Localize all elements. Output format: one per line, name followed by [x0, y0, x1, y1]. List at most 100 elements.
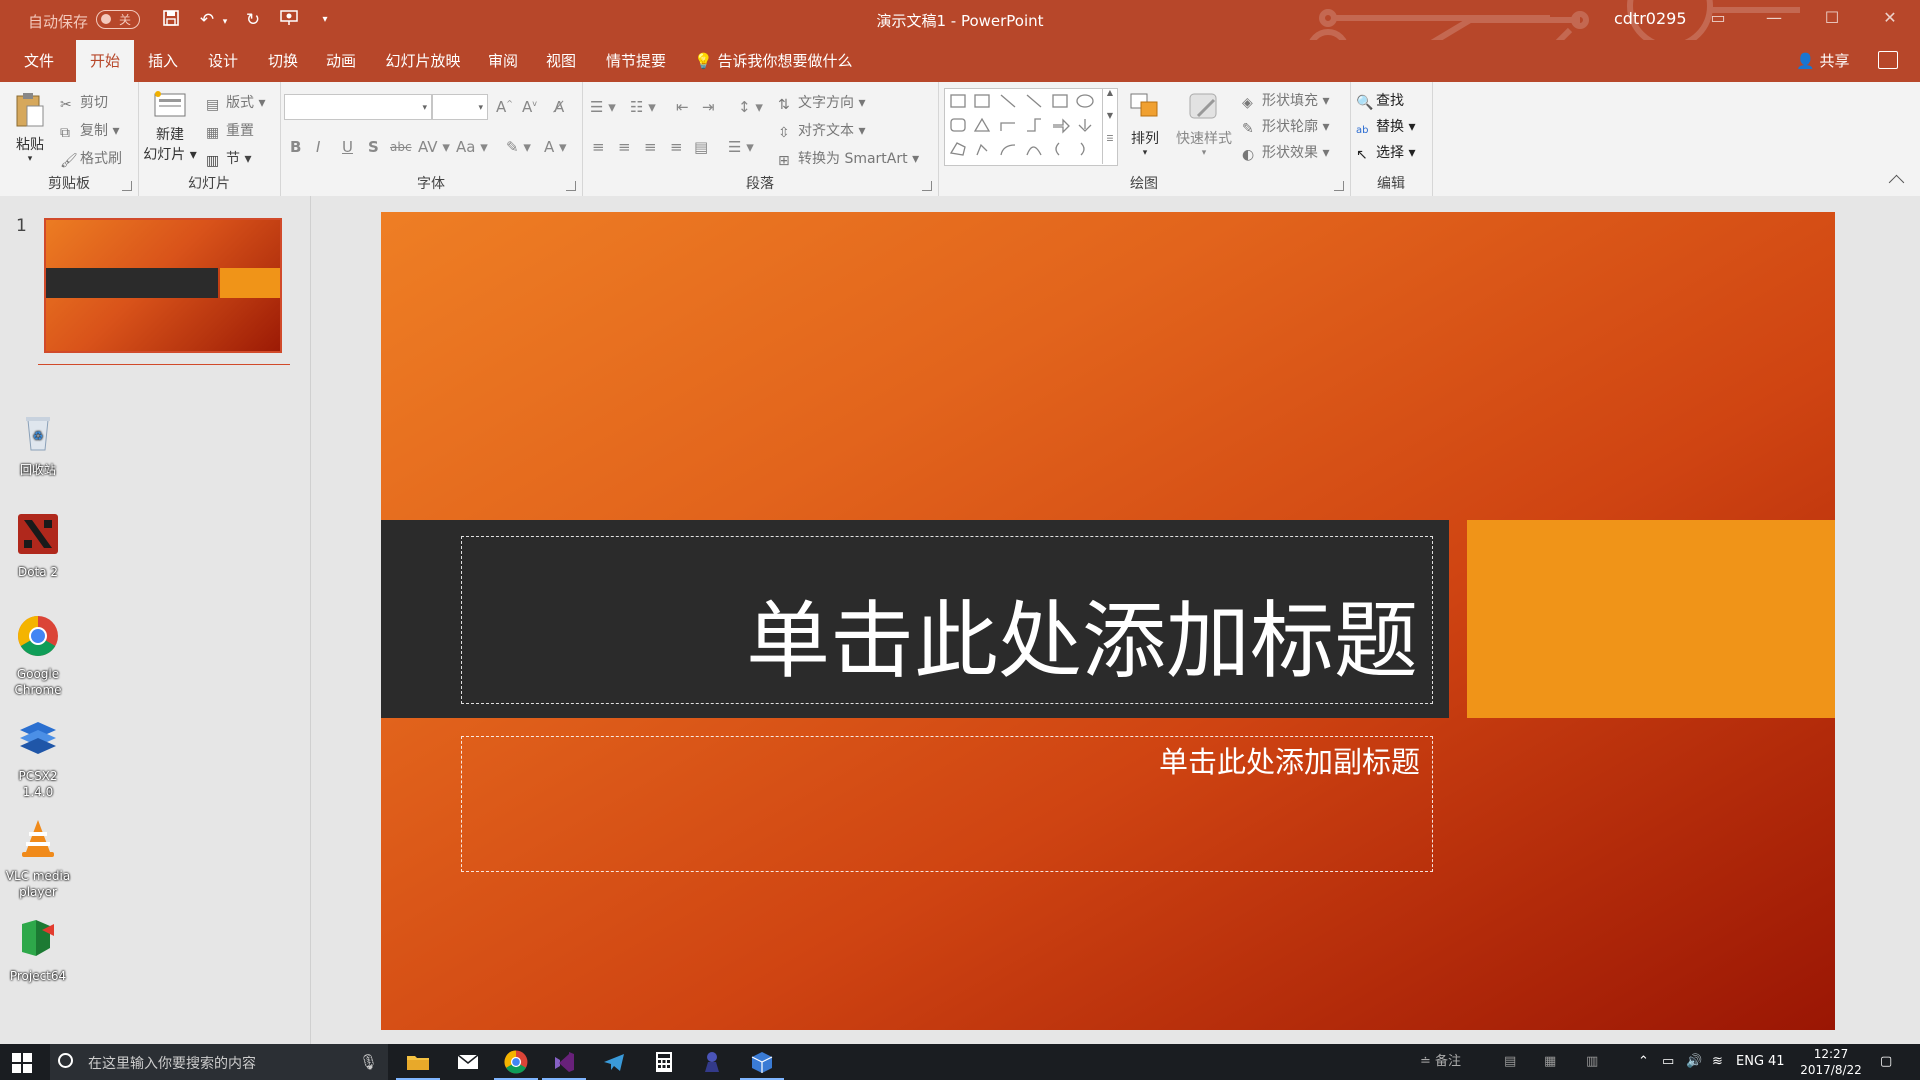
ime-badge[interactable]: 41 — [1768, 1044, 1785, 1080]
system-clock[interactable]: 12:27 2017/8/22 — [1786, 1046, 1876, 1078]
copy-button[interactable]: ⧉ 复制 ▾ — [60, 120, 119, 141]
shapes-gallery[interactable] — [944, 88, 1118, 166]
desktop-icon-recycle-bin[interactable]: ♻ 回收站 — [2, 410, 74, 478]
cut-button[interactable]: ✂ 剪切 — [60, 92, 108, 113]
tab-animations[interactable]: 动画 — [318, 40, 364, 82]
visual-studio-icon[interactable] — [542, 1048, 586, 1080]
desktop-icon-vlc[interactable]: VLC media player — [2, 816, 74, 900]
language-indicator[interactable]: ENG — [1736, 1044, 1764, 1080]
justify-icon[interactable]: ≡ — [670, 138, 683, 156]
clear-format-icon[interactable]: A̸ — [554, 98, 564, 116]
strikethrough-button[interactable]: abc — [390, 140, 412, 154]
subtitle-placeholder[interactable]: 单击此处添加副标题 — [461, 736, 1433, 872]
smartart-button[interactable]: ⊞ 转换为 SmartArt ▾ — [778, 148, 919, 169]
highlight-icon[interactable]: ✎ ▾ — [506, 138, 531, 156]
columns-icon[interactable]: ☰ ▾ — [728, 138, 754, 156]
slide[interactable]: 单击此处添加标题 单击此处添加副标题 — [381, 212, 1835, 1030]
find-button[interactable]: 🔍 查找 — [1356, 90, 1404, 111]
paragraph-launcher-icon[interactable] — [922, 181, 932, 191]
minimize-icon[interactable]: — — [1762, 8, 1786, 30]
shape-outline-button[interactable]: ✎ 形状轮廓 ▾ — [1242, 116, 1329, 137]
reading-view-icon[interactable]: ▥ — [1586, 1044, 1598, 1080]
share-button[interactable]: 👤 共享 — [1796, 40, 1849, 82]
shape-fill-button[interactable]: ◈ 形状填充 ▾ — [1242, 90, 1329, 111]
show-hidden-icons[interactable]: ⌃ — [1638, 1044, 1649, 1080]
tab-file[interactable]: 文件 — [14, 40, 64, 82]
clipboard-launcher-icon[interactable] — [122, 181, 132, 191]
quick-styles-button[interactable]: 快速样式 ▾ — [1172, 90, 1236, 158]
chrome-taskbar-icon[interactable] — [494, 1048, 538, 1080]
align-text-button[interactable]: ⇳ 对齐文本 ▾ — [778, 120, 865, 141]
arrange-button[interactable]: 排列 ▾ — [1122, 90, 1168, 158]
shrink-font-icon[interactable]: Av — [522, 98, 537, 116]
italic-button[interactable]: I — [316, 138, 320, 156]
new-slide-button[interactable]: 新建 幻灯片 ▾ — [142, 90, 198, 164]
tab-slideshow[interactable]: 幻灯片放映 — [378, 40, 468, 82]
align-center-icon[interactable]: ≡ — [618, 138, 631, 156]
comments-icon[interactable] — [1878, 51, 1898, 69]
replace-button[interactable]: ab 替换 ▾ — [1356, 116, 1415, 139]
desktop-icon-project64[interactable]: Project64 — [2, 916, 74, 984]
format-painter-button[interactable]: 🖌 格式刷 — [60, 148, 122, 169]
tab-home[interactable]: 开始 — [76, 40, 134, 82]
increase-indent-icon[interactable]: ⇥ — [702, 98, 715, 116]
font-color-button[interactable]: A ▾ — [544, 138, 567, 156]
wifi-icon[interactable]: ≋ — [1712, 1044, 1723, 1080]
tell-me-box[interactable]: 💡 告诉我你想要做什么 — [694, 40, 852, 82]
slide-thumbnail[interactable] — [44, 218, 282, 353]
shape-effects-button[interactable]: ◐ 形状效果 ▾ — [1242, 142, 1329, 163]
bold-button[interactable]: B — [290, 138, 301, 156]
select-button[interactable]: ↖ 选择 ▾ — [1356, 142, 1415, 163]
taskbar-search[interactable]: 在这里输入你要搜索的内容 🎙 — [50, 1044, 388, 1080]
underline-button[interactable]: U — [342, 138, 353, 156]
mail-icon[interactable] — [454, 1048, 482, 1076]
decrease-indent-icon[interactable]: ⇤ — [676, 98, 689, 116]
text-shadow-button[interactable]: S — [368, 138, 379, 156]
slide-sorter-icon[interactable]: ▦ — [1544, 1044, 1556, 1080]
section-button[interactable]: ▥ 节 ▾ — [206, 148, 251, 169]
game-character-icon[interactable] — [698, 1048, 726, 1076]
file-explorer-icon[interactable] — [396, 1048, 440, 1080]
drawing-launcher-icon[interactable] — [1334, 181, 1344, 191]
tab-review[interactable]: 审阅 — [480, 40, 526, 82]
desktop-icon-dota2[interactable]: Dota 2 — [2, 512, 74, 580]
char-spacing-button[interactable]: AV ▾ — [418, 138, 450, 156]
font-size-box[interactable]: ▾ — [432, 94, 488, 120]
windows-start-icon[interactable] — [12, 1053, 32, 1073]
desktop-icon-chrome[interactable]: Google Chrome — [2, 614, 74, 698]
tab-view[interactable]: 视图 — [538, 40, 584, 82]
notes-button[interactable]: ≐ 备注 — [1420, 1044, 1461, 1080]
gallery-scroll[interactable]: ▲ ▼ ☰ — [1102, 88, 1117, 164]
battery-icon[interactable]: ▭ — [1662, 1044, 1674, 1080]
calculator-icon[interactable] — [650, 1048, 678, 1076]
tab-insert[interactable]: 插入 — [140, 40, 186, 82]
change-case-button[interactable]: Aa ▾ — [456, 138, 488, 156]
collapse-ribbon-icon[interactable] — [1888, 174, 1905, 191]
user-name[interactable]: cdtr0295 — [1614, 9, 1687, 28]
font-launcher-icon[interactable] — [566, 181, 576, 191]
align-left-icon[interactable]: ≡ — [592, 138, 605, 156]
align-right-icon[interactable]: ≡ — [644, 138, 657, 156]
text-direction-button[interactable]: ⇅ 文字方向 ▾ — [778, 92, 865, 113]
tab-transitions[interactable]: 切换 — [260, 40, 306, 82]
volume-icon[interactable]: 🔊 — [1686, 1044, 1702, 1080]
bullets-icon[interactable]: ☰ ▾ — [590, 98, 616, 116]
microphone-icon[interactable]: 🎙 — [359, 1053, 378, 1071]
layout-button[interactable]: ▤ 版式 ▾ — [206, 92, 265, 113]
action-center-icon[interactable]: ▢ — [1880, 1044, 1892, 1080]
numbering-icon[interactable]: ☷ ▾ — [630, 98, 656, 116]
distributed-icon[interactable]: ▤ — [694, 138, 708, 156]
tab-design[interactable]: 设计 — [200, 40, 246, 82]
font-name-box[interactable]: ▾ — [284, 94, 432, 120]
close-icon[interactable]: ✕ — [1878, 8, 1902, 30]
desktop-icon-pcsx2[interactable]: PCSX2 1.4.0 — [2, 716, 74, 800]
grow-font-icon[interactable]: A^ — [496, 98, 513, 116]
paste-button[interactable]: 粘贴 ▾ — [8, 90, 52, 164]
normal-view-icon[interactable]: ▤ — [1504, 1044, 1516, 1080]
telegram-icon[interactable] — [600, 1048, 628, 1076]
ribbon-display-icon[interactable]: ▭ — [1706, 8, 1730, 30]
tab-storyboard[interactable]: 情节提要 — [598, 40, 674, 82]
maximize-icon[interactable]: ☐ — [1820, 8, 1844, 30]
app-cube-icon[interactable] — [740, 1048, 784, 1080]
title-placeholder[interactable]: 单击此处添加标题 — [461, 536, 1433, 704]
